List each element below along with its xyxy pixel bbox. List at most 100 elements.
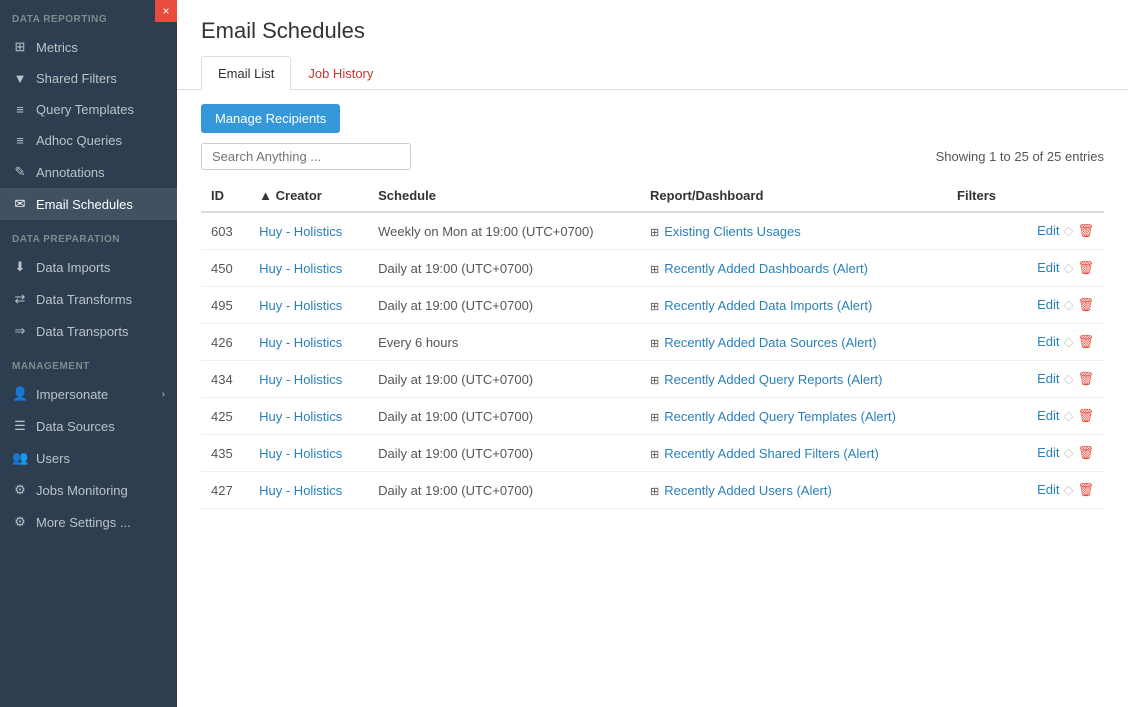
report-link[interactable]: Recently Added Query Templates (Alert)	[664, 409, 896, 424]
cell-filters	[947, 398, 1015, 435]
report-link[interactable]: Recently Added Data Imports (Alert)	[664, 298, 872, 313]
cell-report: ⊞Recently Added Dashboards (Alert)	[640, 250, 947, 287]
sidebar-item-users[interactable]: 👥Users	[0, 442, 177, 474]
sidebar-item-jobs-monitoring[interactable]: ⚙Jobs Monitoring	[0, 474, 177, 506]
adhoc-queries-icon: ≡	[12, 133, 28, 148]
data-sources-icon: ☰	[12, 418, 28, 434]
tab-job-history[interactable]: Job History	[291, 56, 390, 90]
sidebar-item-email-schedules[interactable]: ✉ Email Schedules	[0, 188, 177, 220]
sidebar-item-query-templates[interactable]: ≡Query Templates	[0, 94, 177, 125]
close-icon[interactable]: ×	[155, 0, 177, 22]
cell-creator: Huy - Holistics	[249, 250, 368, 287]
cell-id: 603	[201, 212, 249, 250]
cell-creator: Huy - Holistics	[249, 435, 368, 472]
sidebar-item-data-imports[interactable]: ⬇Data Imports	[0, 251, 177, 283]
report-link[interactable]: Recently Added Data Sources (Alert)	[664, 335, 876, 350]
entries-count: Showing 1 to 25 of 25 entries	[936, 149, 1104, 164]
delete-button[interactable]: 🗑	[1077, 297, 1094, 312]
cell-report: ⊞Recently Added Data Sources (Alert)	[640, 324, 947, 361]
sidebar-item-label: Query Templates	[36, 102, 134, 117]
edit-button[interactable]: Edit	[1037, 408, 1059, 423]
delete-button[interactable]: 🗑	[1077, 371, 1094, 386]
edit-button[interactable]: Edit	[1037, 371, 1059, 386]
sidebar-item-impersonate[interactable]: 👤Impersonate›	[0, 378, 177, 410]
cell-filters	[947, 212, 1015, 250]
delete-button[interactable]: 🗑	[1077, 223, 1094, 238]
edit-button[interactable]: Edit	[1037, 482, 1059, 497]
report-link[interactable]: Existing Clients Usages	[664, 224, 801, 239]
delete-button[interactable]: 🗑	[1077, 408, 1094, 423]
delete-button[interactable]: 🗑	[1077, 445, 1094, 460]
report-link[interactable]: Recently Added Query Reports (Alert)	[664, 372, 882, 387]
report-link[interactable]: Recently Added Users (Alert)	[664, 483, 832, 498]
cell-schedule: Daily at 19:00 (UTC+0700)	[368, 287, 640, 324]
cell-report: ⊞Existing Clients Usages	[640, 212, 947, 250]
page-header: Email Schedules	[177, 0, 1128, 56]
creator-link[interactable]: Huy - Holistics	[259, 483, 342, 498]
cell-id: 426	[201, 324, 249, 361]
table-row: 434Huy - HolisticsDaily at 19:00 (UTC+07…	[201, 361, 1104, 398]
delete-button[interactable]: 🗑	[1077, 482, 1094, 497]
delete-button[interactable]: 🗑	[1077, 334, 1094, 349]
search-count-row: Showing 1 to 25 of 25 entries	[177, 143, 1128, 180]
creator-link[interactable]: Huy - Holistics	[259, 409, 342, 424]
cell-creator: Huy - Holistics	[249, 472, 368, 509]
cell-actions: Edit ◇ 🗑	[1015, 435, 1104, 472]
annotations-icon: ✎	[12, 164, 28, 180]
cell-actions: Edit◇🗑	[1015, 287, 1104, 324]
email-schedules-icon: ✉	[12, 196, 28, 212]
sidebar-item-adhoc-queries[interactable]: ≡Adhoc Queries	[0, 125, 177, 156]
dashboard-icon: ⊞	[650, 412, 659, 424]
edit-button[interactable]: Edit	[1037, 297, 1059, 312]
col-actions	[1015, 180, 1104, 212]
sidebar-section-management: Management👤Impersonate›☰Data Sources👥Use…	[0, 347, 177, 538]
sidebar-item-data-sources[interactable]: ☰Data Sources	[0, 410, 177, 442]
creator-link[interactable]: Huy - Holistics	[259, 335, 342, 350]
table-row: 435Huy - HolisticsDaily at 19:00 (UTC+07…	[201, 435, 1104, 472]
cell-creator: Huy - Holistics	[249, 361, 368, 398]
table-row: 450Huy - HolisticsDaily at 19:00 (UTC+07…	[201, 250, 1104, 287]
sidebar-item-label: Shared Filters	[36, 71, 117, 86]
action-separator: ◇	[1063, 445, 1073, 460]
tab-email-list[interactable]: Email List	[201, 56, 291, 90]
creator-link[interactable]: Huy - Holistics	[259, 372, 342, 387]
table-row: 425Huy - HolisticsDaily at 19:00 (UTC+07…	[201, 398, 1104, 435]
manage-recipients-button[interactable]: Manage Recipients	[201, 104, 340, 133]
sidebar-item-data-transports[interactable]: ⇒Data Transports	[0, 315, 177, 347]
col-id: ID	[201, 180, 249, 212]
sidebar-item-more-settings[interactable]: ⚙More Settings ...	[0, 506, 177, 538]
search-input[interactable]	[201, 143, 411, 170]
col-creator[interactable]: ▲ Creator	[249, 180, 368, 212]
search-input-wrap	[201, 143, 411, 170]
main-content: Email Schedules Email List Job History M…	[177, 0, 1128, 707]
edit-button[interactable]: Edit	[1037, 223, 1059, 238]
tabs-bar: Email List Job History	[177, 56, 1128, 90]
col-report: Report/Dashboard	[640, 180, 947, 212]
cell-filters	[947, 324, 1015, 361]
creator-link[interactable]: Huy - Holistics	[259, 446, 342, 461]
sidebar-item-data-transforms[interactable]: ⇄Data Transforms	[0, 283, 177, 315]
data-transports-icon: ⇒	[12, 323, 28, 339]
expand-arrow-icon: ›	[162, 389, 165, 400]
sidebar-item-metrics[interactable]: ⊞Metrics	[0, 31, 177, 63]
sidebar-item-annotations[interactable]: ✎Annotations	[0, 156, 177, 188]
cell-filters	[947, 435, 1015, 472]
cell-id: 450	[201, 250, 249, 287]
edit-button[interactable]: Edit	[1037, 334, 1059, 349]
cell-actions: Edit◇🗑	[1015, 472, 1104, 509]
report-link[interactable]: Recently Added Shared Filters (Alert)	[664, 446, 879, 461]
creator-link[interactable]: Huy - Holistics	[259, 224, 342, 239]
delete-button[interactable]: 🗑	[1077, 260, 1094, 275]
table-row: 426Huy - HolisticsEvery 6 hours⊞Recently…	[201, 324, 1104, 361]
toolbar: Manage Recipients	[177, 90, 1128, 143]
creator-link[interactable]: Huy - Holistics	[259, 261, 342, 276]
report-link[interactable]: Recently Added Dashboards (Alert)	[664, 261, 868, 276]
cell-report: ⊞Recently Added Users (Alert)	[640, 472, 947, 509]
creator-link[interactable]: Huy - Holistics	[259, 298, 342, 313]
sidebar-item-shared-filters[interactable]: ▼Shared Filters	[0, 63, 177, 94]
cell-id: 425	[201, 398, 249, 435]
edit-button[interactable]: Edit	[1037, 445, 1059, 460]
sidebar-item-label: Email Schedules	[36, 197, 133, 212]
table-row: 427Huy - HolisticsDaily at 19:00 (UTC+07…	[201, 472, 1104, 509]
edit-button[interactable]: Edit	[1037, 260, 1059, 275]
